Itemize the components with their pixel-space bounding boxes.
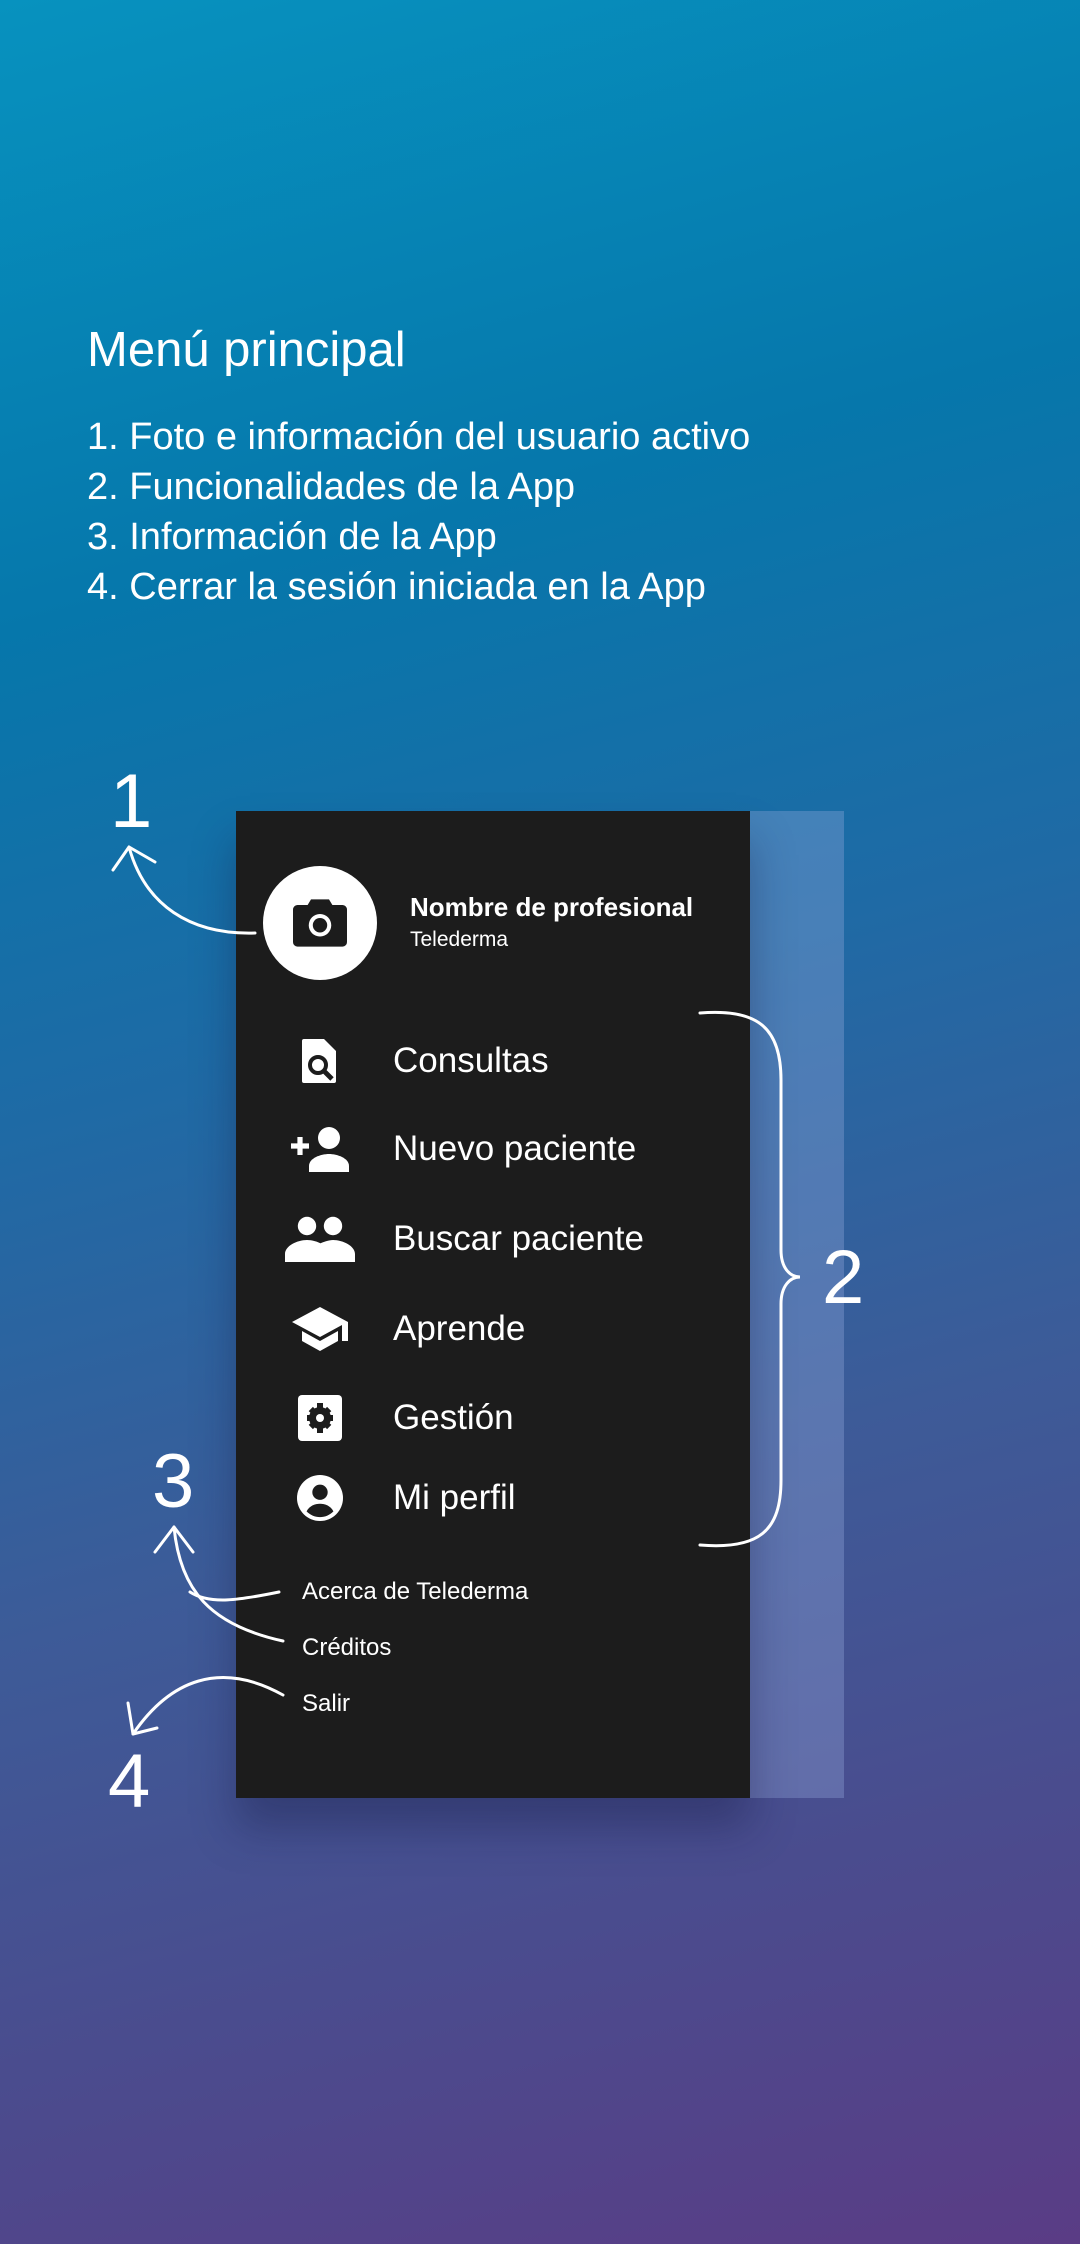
annotation-3: 3 [152, 1439, 195, 1524]
bracket-2 [698, 1010, 801, 1548]
annotation-2: 2 [822, 1235, 865, 1320]
arrow-3b [153, 1525, 285, 1643]
annotation-4: 4 [108, 1739, 151, 1824]
arrow-3a [174, 1527, 279, 1600]
arrow-4 [126, 1676, 285, 1736]
annotation-1: 1 [110, 759, 153, 844]
arrow-1 [111, 845, 257, 935]
annotation-arrows [111, 845, 801, 1736]
